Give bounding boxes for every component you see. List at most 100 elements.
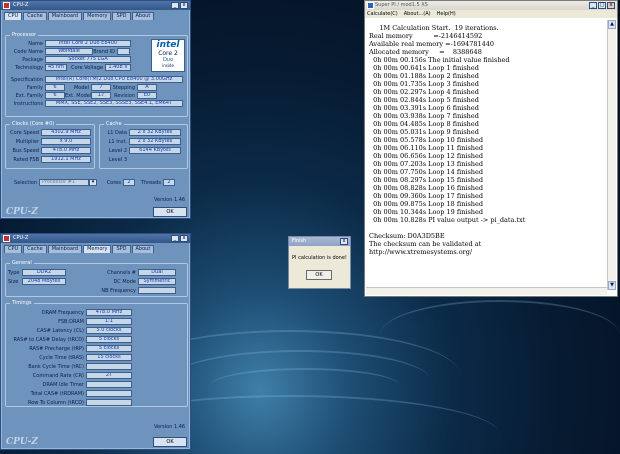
window-title: CPU-Z — [13, 2, 29, 8]
timing-label: DRAM Idle Timer — [42, 381, 84, 388]
tab-about[interactable]: About — [131, 245, 155, 253]
cpuz-cpu-titlebar[interactable]: CPU-Z _ x — [1, 1, 190, 10]
clocks-group-label: Clocks (Core #0) — [10, 121, 57, 127]
output-line: 0h 00m 00.156s The initial value finishe… — [369, 56, 510, 64]
processor-select[interactable]: Processor #1 — [39, 179, 89, 186]
cpuz-tab-bar: CPU Cache Mainboard Memory SPD About — [4, 12, 187, 20]
tab-spd[interactable]: SPD — [112, 245, 131, 253]
ext-family-field: 6 — [45, 92, 65, 99]
cpuz-tab-bar: CPU Cache Mainboard Memory SPD About — [4, 245, 187, 253]
threads-label: Threads — [140, 179, 161, 186]
l1-data-label: L1 Data — [107, 129, 128, 136]
l1-data-field: 2 x 32 KBytes — [129, 129, 181, 136]
tab-cpu[interactable]: CPU — [4, 12, 23, 20]
timing-row: Total CAS# (tRDRAM) — [8, 390, 132, 397]
brand-id-field — [117, 48, 130, 55]
output-line: 0h 00m 09.875s Loop 18 finished — [369, 200, 484, 208]
close-button[interactable]: x — [340, 238, 348, 245]
intel-core2-text: Core 2 — [158, 50, 178, 57]
multiplier-field: x 9.0 — [41, 138, 91, 145]
finish-titlebar[interactable]: Finish x — [289, 237, 350, 246]
output-line: 0h 00m 01.188s Loop 2 finished — [369, 72, 479, 80]
tab-about[interactable]: About — [131, 12, 155, 20]
output-line: 0h 00m 08.297s Loop 15 finished — [369, 176, 484, 184]
specification-label: Specification — [10, 76, 43, 83]
memory-type-field: DDR2 — [22, 269, 66, 276]
vertical-scrollbar[interactable]: ▲ ▼ — [607, 20, 616, 290]
core-voltage-label: Core Voltage — [71, 64, 103, 71]
close-button[interactable]: x — [607, 2, 615, 9]
finish-ok-button[interactable]: OK — [306, 270, 332, 280]
tab-memory[interactable]: Memory — [83, 12, 112, 20]
timing-row: Row To Column (tRCD) — [8, 399, 132, 406]
timing-row: RAS# Precharge (tRP) 5 clocks — [8, 345, 132, 352]
output-line: 0h 00m 07.203s Loop 13 finished — [369, 160, 484, 168]
timing-row: FSB:DRAM 1:1 — [8, 318, 132, 325]
timing-label: RAS# Precharge (tRP) — [29, 345, 84, 352]
timing-label: Command Rate (CR) — [32, 372, 84, 379]
cpuz-memory-titlebar[interactable]: CPU-Z _ x — [1, 234, 190, 243]
nb-frequency-label: NB Frequency — [101, 287, 136, 294]
name-label: Name — [28, 40, 43, 47]
menu-help[interactable]: Help(H) — [437, 10, 456, 18]
bus-speed-field: 478.0 MHz — [41, 147, 91, 154]
ok-button[interactable]: OK — [153, 207, 187, 217]
tab-spd[interactable]: SPD — [112, 12, 131, 20]
minimize-button[interactable]: _ — [171, 235, 179, 242]
l1-inst-field: 2 x 32 KBytes — [129, 138, 181, 145]
level3-field — [129, 156, 181, 163]
size-label: Size — [8, 278, 19, 285]
timing-label: DRAM Frequency — [41, 309, 84, 316]
output-line: 0h 00m 02.844s Loop 5 finished — [369, 96, 479, 104]
family-label: Family — [26, 84, 43, 91]
output-line: 0h 00m 03.391s Loop 6 finished — [369, 104, 479, 112]
tab-cache[interactable]: Cache — [23, 245, 47, 253]
rated-fsb-field: 1912.1 MHz — [41, 156, 91, 163]
tab-cache[interactable]: Cache — [23, 12, 47, 20]
minimize-button[interactable]: _ — [589, 2, 597, 9]
close-button[interactable]: x — [180, 2, 188, 9]
superpi-app-icon — [367, 2, 374, 9]
timing-row: Cycle Time (tRAS) 15 clocks — [8, 354, 132, 361]
superpi-menubar: Calculate(C) About...(A) Help(H) — [365, 10, 617, 18]
selection-label: Selection — [13, 179, 37, 186]
output-line: 0h 00m 01.735s Loop 3 finished — [369, 80, 479, 88]
instructions-field: MMX, SSE, SSE2, SSE3, SSSE3, SSE4.1, EM6… — [45, 100, 183, 107]
tab-mainboard[interactable]: Mainboard — [47, 245, 83, 253]
timing-value: 2T — [86, 372, 132, 379]
stepping-field: A — [137, 84, 157, 91]
scroll-up-arrow[interactable]: ▲ — [608, 20, 616, 29]
multiplier-label: Multiplier — [15, 138, 39, 145]
output-line: 0h 00m 00.641s Loop 1 finished — [369, 64, 479, 72]
cpuz-version: Version 1.46 — [154, 424, 186, 430]
clocks-group: Clocks (Core #0) Core Speed 4302.9 MHz Mu… — [5, 121, 95, 169]
close-button[interactable]: x — [180, 235, 188, 242]
superpi-output: 1M Calculation Start. 19 iterations. Real… — [366, 20, 607, 288]
scroll-down-arrow[interactable]: ▼ — [608, 281, 616, 290]
cache-group: Cache L1 Data 2 x 32 KBytes L1 Inst. 2 x 3… — [99, 122, 188, 169]
menu-about[interactable]: About...(A) — [404, 10, 431, 18]
tab-memory[interactable]: Memory — [83, 245, 112, 253]
cores-label: Cores — [106, 179, 121, 186]
tab-mainboard[interactable]: Mainboard — [47, 12, 83, 20]
superpi-titlebar[interactable]: Super PI / mod1.5 XS _ □ x — [365, 1, 617, 10]
minimize-button[interactable]: _ — [171, 2, 179, 9]
superpi-output-text: 1M Calculation Start. 19 iterations. Real… — [369, 24, 607, 256]
ok-button[interactable]: OK — [153, 437, 187, 447]
tab-cpu[interactable]: CPU — [4, 245, 23, 253]
timing-value: 15 clocks — [86, 354, 132, 361]
model-label: Model — [73, 84, 89, 91]
horizontal-scrollbar[interactable] — [366, 287, 607, 295]
timing-row: DRAM Idle Timer — [8, 381, 132, 388]
output-line: http://www.xtremesystems.org/ — [369, 248, 473, 256]
chevron-down-icon[interactable]: ▾ — [89, 179, 97, 186]
maximize-button[interactable]: □ — [598, 2, 606, 9]
memory-size-field: 2048 MBytes — [22, 278, 66, 285]
menu-calculate[interactable]: Calculate(C) — [367, 10, 398, 18]
cpuz-app-icon — [3, 235, 10, 242]
timing-value: 478.0 MHz — [86, 309, 132, 316]
output-line: 0h 00m 09.360s Loop 17 finished — [369, 192, 484, 200]
package-field: Socket 775 LGA — [45, 56, 131, 63]
channels-label: Channels # — [107, 269, 136, 276]
instructions-label: Instructions — [13, 100, 43, 107]
